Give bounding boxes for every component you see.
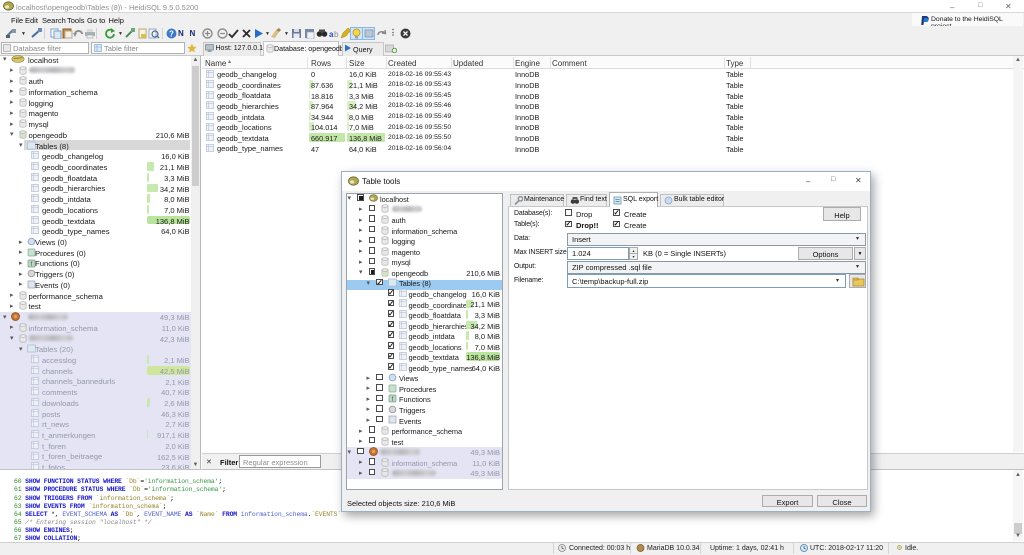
- svg-text:?: ?: [169, 30, 174, 39]
- svg-text:b: b: [334, 30, 339, 39]
